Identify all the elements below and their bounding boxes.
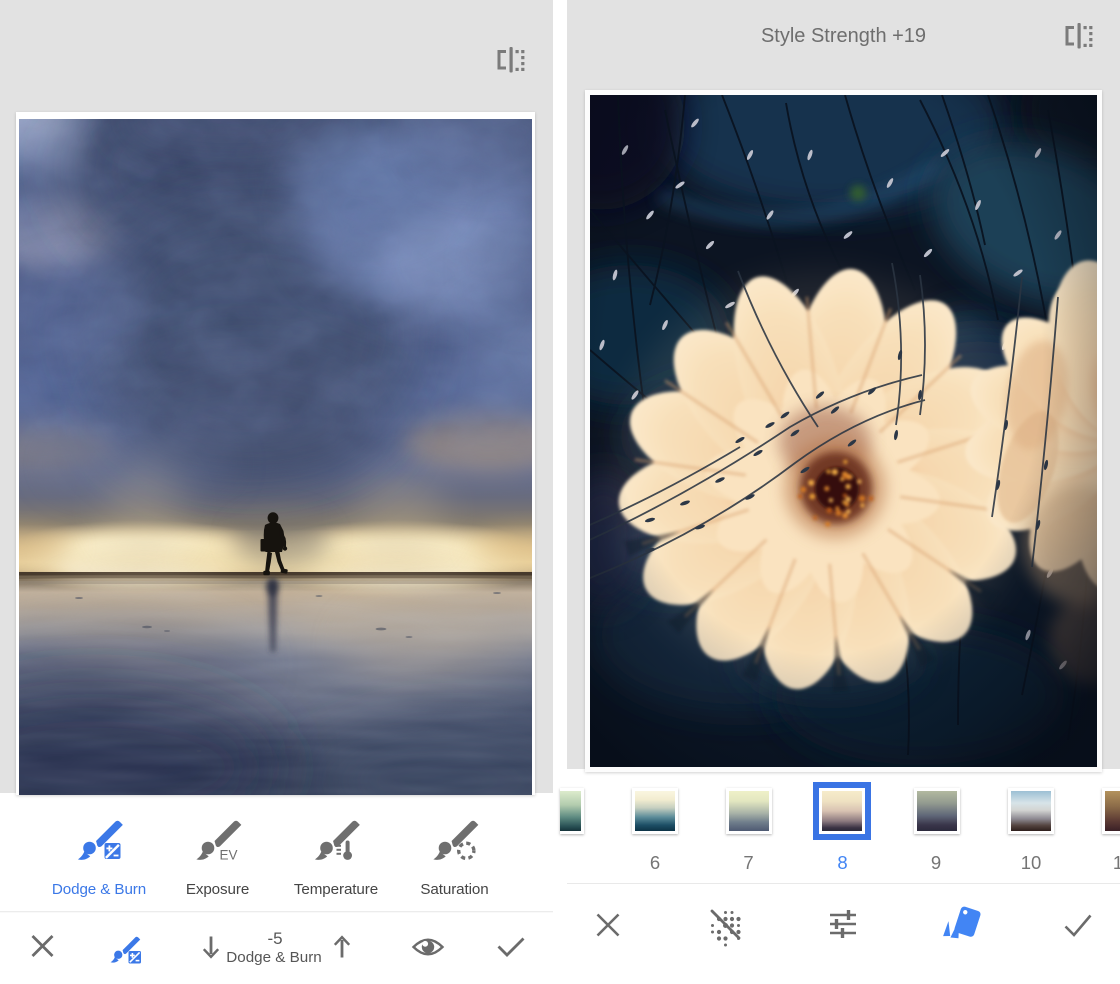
svg-text:EV: EV: [220, 848, 238, 863]
